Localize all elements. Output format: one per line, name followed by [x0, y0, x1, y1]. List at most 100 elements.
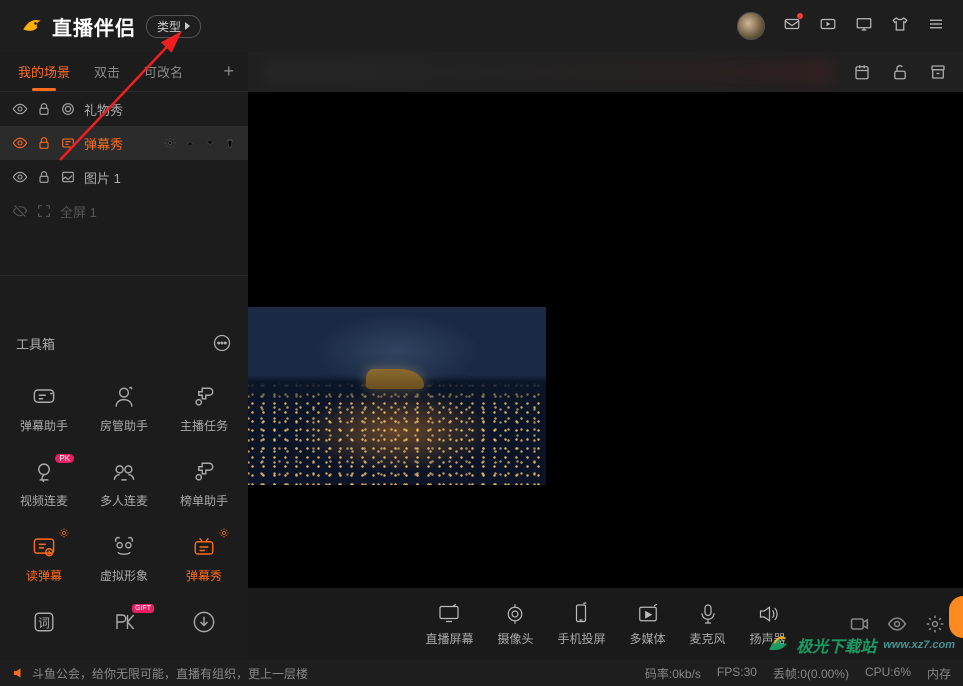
- tool-label: 词: [38, 614, 50, 631]
- tool-video-link[interactable]: PK 视频连麦: [4, 446, 84, 521]
- drop: 丢帧:0(0.00%): [773, 665, 849, 682]
- scene-tabs: 我的场景 双击 可改名 +: [0, 52, 248, 92]
- main-layout: 我的场景 双击 可改名 + 礼物秀 弹幕秀: [0, 52, 963, 660]
- tool-label: 榜单助手: [180, 492, 228, 509]
- gift-badge: GIFT: [132, 604, 154, 613]
- cpu: CPU:6%: [865, 665, 911, 682]
- hamburger-icon: [927, 15, 945, 33]
- source-media[interactable]: 多媒体: [630, 602, 666, 647]
- video-button[interactable]: [819, 15, 837, 38]
- app-header: 直播伴侣 类型: [0, 0, 963, 52]
- type-selector[interactable]: 类型: [146, 15, 201, 38]
- play-triangle-icon: [185, 22, 190, 30]
- up-icon[interactable]: [184, 137, 196, 149]
- source-screen[interactable]: 直播屏幕: [425, 602, 473, 647]
- danmu-scene-icon: [60, 135, 76, 151]
- tool-grid: 弹幕助手 房管助手 主播任务 PK 视频连麦 多人连麦 榜单助手: [0, 363, 248, 660]
- gear-icon[interactable]: [218, 527, 230, 539]
- shirt-icon: [891, 15, 909, 33]
- gear-icon[interactable]: [164, 137, 176, 149]
- more-icon[interactable]: [212, 333, 232, 353]
- app-title: 直播伴侣: [52, 12, 136, 41]
- scene-row-fullscreen[interactable]: 全屏 1: [0, 194, 248, 228]
- tab-doubleclick[interactable]: 双击: [82, 52, 132, 91]
- mail-button[interactable]: [783, 15, 801, 38]
- source-camera[interactable]: 摄像头: [497, 602, 533, 647]
- watermark: 极光下载站 www.xz7.com: [766, 632, 955, 658]
- canvas[interactable]: [248, 92, 963, 588]
- tab-rename[interactable]: 可改名: [132, 52, 195, 91]
- gear-icon[interactable]: [58, 527, 70, 539]
- status-bar: 斗鱼公会，给你无限可能，直播有组织，更上一层楼 码率:0kb/s FPS:30 …: [0, 660, 963, 686]
- tool-word[interactable]: 词: [4, 596, 84, 648]
- bitrate: 码率:0kb/s: [645, 665, 701, 682]
- tool-label: 弹幕助手: [20, 417, 68, 434]
- app-logo: 直播伴侣: [18, 12, 136, 41]
- tool-label: 读弹幕: [26, 567, 62, 584]
- display-icon: [855, 15, 873, 33]
- source-right-actions: [849, 614, 945, 634]
- scene-name: 礼物秀: [84, 100, 236, 119]
- tool-danmu-helper[interactable]: 弹幕助手: [4, 371, 84, 446]
- scene-list: 礼物秀 弹幕秀 图片 1: [0, 92, 248, 228]
- fps: FPS:30: [717, 665, 757, 682]
- tool-danmu-show[interactable]: 弹幕秀: [164, 521, 244, 596]
- source-mic[interactable]: 麦克风: [690, 602, 726, 647]
- archive-icon[interactable]: [929, 63, 947, 81]
- display-button[interactable]: [855, 15, 873, 38]
- settings-icon[interactable]: [925, 614, 945, 634]
- source-phone[interactable]: 手机投屏: [557, 602, 605, 647]
- toolbox-header: 工具箱: [0, 323, 248, 363]
- scene-row-image[interactable]: 图片 1: [0, 160, 248, 194]
- menu-button[interactable]: [927, 15, 945, 38]
- add-tab-button[interactable]: +: [223, 61, 234, 82]
- fullscreen-scene-icon: [36, 203, 52, 219]
- tool-label: 视频连麦: [20, 492, 68, 509]
- sidebar: 我的场景 双击 可改名 + 礼物秀 弹幕秀: [0, 52, 248, 660]
- tool-label: 虚拟形象: [100, 567, 148, 584]
- scene-name: 弹幕秀: [84, 134, 156, 153]
- calendar-icon[interactable]: [853, 63, 871, 81]
- tool-pk[interactable]: GIFT: [84, 596, 164, 648]
- tool-read-danmu[interactable]: 读弹幕: [4, 521, 84, 596]
- preview-eye-icon[interactable]: [887, 614, 907, 634]
- source-label: 多媒体: [630, 630, 666, 647]
- theme-button[interactable]: [891, 15, 909, 38]
- tab-my-scenes[interactable]: 我的场景: [6, 52, 82, 91]
- source-label: 麦克风: [690, 630, 726, 647]
- unlock-icon[interactable]: [891, 63, 909, 81]
- lock-icon: [36, 135, 52, 151]
- status-metrics: 码率:0kb/s FPS:30 丢帧:0(0.00%) CPU:6% 内存: [645, 665, 951, 682]
- tool-admin-helper[interactable]: 房管助手: [84, 371, 164, 446]
- scene-row-gift[interactable]: 礼物秀: [0, 92, 248, 126]
- tool-multi-link[interactable]: 多人连麦: [84, 446, 164, 521]
- record-icon[interactable]: [849, 614, 869, 634]
- scene-actions: [164, 137, 236, 149]
- aurora-logo-icon: [766, 632, 792, 658]
- eye-off-icon: [12, 203, 28, 219]
- trash-icon[interactable]: [224, 137, 236, 149]
- tool-label: 主播任务: [180, 417, 228, 434]
- user-avatar[interactable]: [737, 12, 765, 40]
- tool-label: 房管助手: [100, 417, 148, 434]
- scene-name: 图片 1: [84, 168, 236, 187]
- tool-rank-helper[interactable]: 榜单助手: [164, 446, 244, 521]
- tab-label: 我的场景: [18, 62, 70, 81]
- tool-anchor-task[interactable]: 主播任务: [164, 371, 244, 446]
- down-icon[interactable]: [204, 137, 216, 149]
- source-label: 直播屏幕: [425, 630, 473, 647]
- scene-row-danmu[interactable]: 弹幕秀: [0, 126, 248, 160]
- pk-badge: PK: [55, 454, 74, 463]
- lock-icon: [36, 101, 52, 117]
- video-icon: [819, 15, 837, 33]
- preview-area: 直播屏幕 摄像头 手机投屏 多媒体 麦克风 扬声器: [248, 52, 963, 660]
- preview-image[interactable]: [248, 307, 546, 485]
- tool-download[interactable]: [164, 596, 244, 648]
- tool-virtual-avatar[interactable]: 虚拟形象: [84, 521, 164, 596]
- preview-toolbar: [248, 52, 963, 92]
- source-label: 摄像头: [497, 630, 533, 647]
- tool-label: 多人连麦: [100, 492, 148, 509]
- lock-icon: [36, 169, 52, 185]
- notification-dot-icon: [797, 13, 803, 19]
- volume-icon[interactable]: [12, 666, 26, 680]
